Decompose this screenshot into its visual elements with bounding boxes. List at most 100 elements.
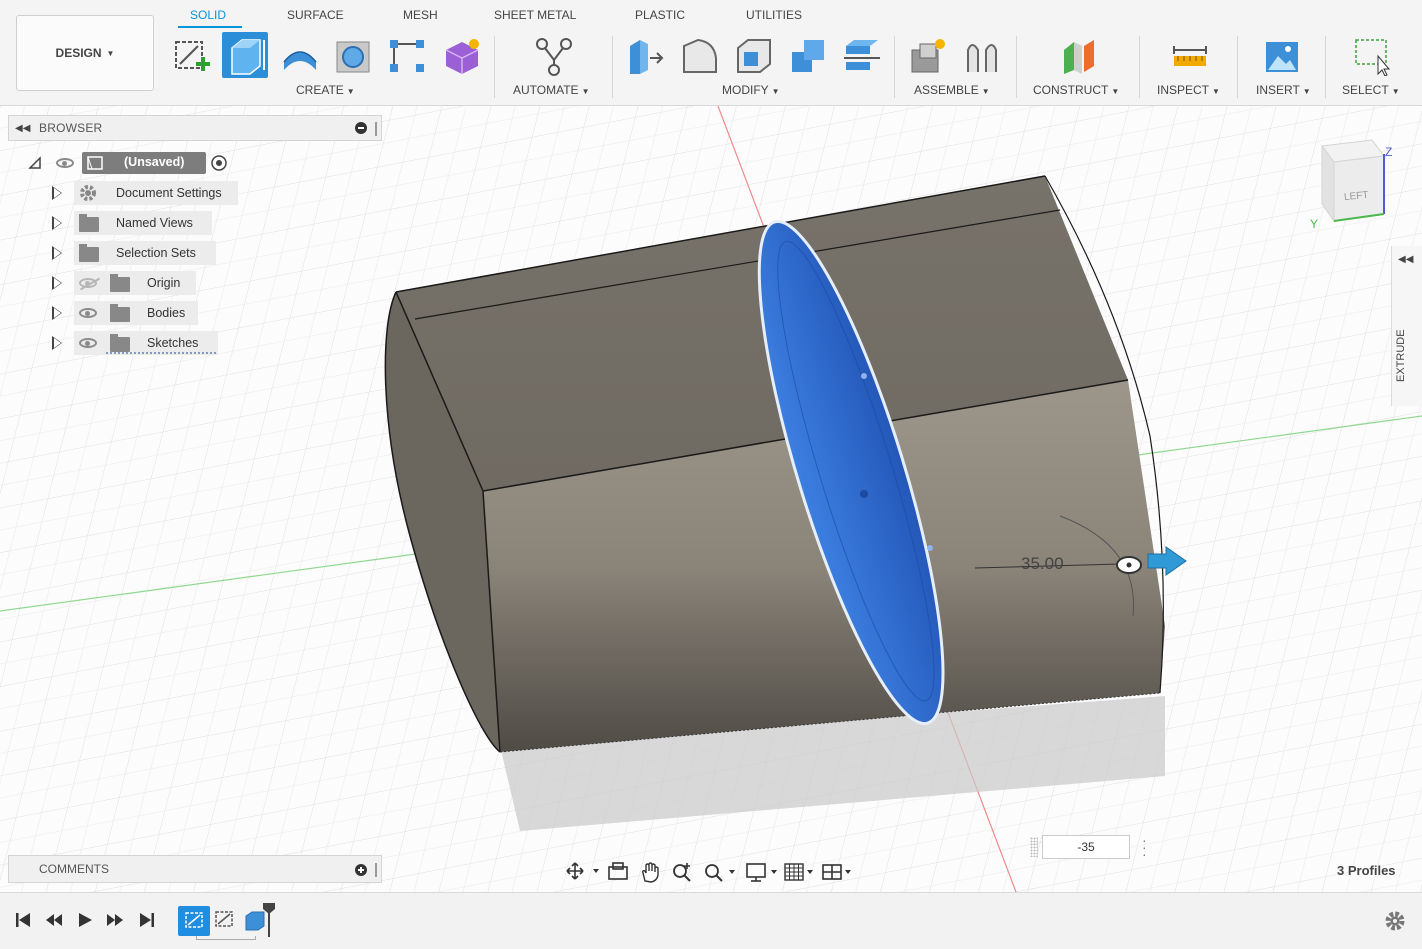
expand-triangle-icon[interactable] xyxy=(52,246,62,260)
timeline-settings-gear-icon[interactable] xyxy=(1383,909,1407,933)
expand-left-icon[interactable]: ◀◀ xyxy=(1398,254,1413,265)
automate-menu[interactable]: AUTOMATE ▼ xyxy=(513,83,589,97)
collapse-triangle-icon[interactable] xyxy=(28,156,42,170)
visibility-eye-icon[interactable] xyxy=(56,158,74,168)
insert-canvas-button[interactable] xyxy=(1258,32,1304,78)
drag-grip-icon[interactable] xyxy=(1030,837,1038,857)
browser-item-bodies[interactable]: Bodies xyxy=(0,301,240,325)
toolbar-divider xyxy=(1139,36,1140,98)
zoom-icon[interactable] xyxy=(671,861,693,883)
tab-plastic[interactable]: PLASTIC xyxy=(635,8,685,22)
go-to-start-icon[interactable] xyxy=(14,911,32,929)
insert-menu[interactable]: INSERT ▼ xyxy=(1256,83,1311,97)
comments-panel[interactable]: COMMENTS xyxy=(8,855,382,883)
grid-settings-icon[interactable] xyxy=(783,861,819,883)
create-sketch-button[interactable] xyxy=(168,32,214,78)
measure-button[interactable] xyxy=(1166,32,1212,78)
timeline-group-bracket xyxy=(196,936,256,940)
add-comment-icon[interactable] xyxy=(355,864,367,876)
create-menu[interactable]: CREATE ▼ xyxy=(296,83,355,97)
timeline-marker-icon[interactable] xyxy=(260,901,278,939)
shell-button[interactable] xyxy=(730,32,776,78)
browser-item-label: Origin xyxy=(147,276,181,290)
fit-zoom-window-icon[interactable] xyxy=(703,861,739,883)
browser-item-named-views[interactable]: Named Views xyxy=(0,211,240,235)
more-options-icon[interactable]: · · · xyxy=(1142,833,1147,861)
expand-triangle-icon[interactable] xyxy=(52,186,62,200)
expand-triangle-icon[interactable] xyxy=(52,336,62,350)
fillet-button[interactable] xyxy=(676,32,722,78)
hidden-eye-icon[interactable] xyxy=(79,278,97,288)
sketch-feature-icon[interactable] xyxy=(212,908,238,934)
folder-icon xyxy=(79,214,99,232)
automate-button[interactable] xyxy=(530,32,576,78)
browser-item-selection-sets[interactable]: Selection Sets xyxy=(0,241,240,265)
browser-root-row[interactable]: (Unsaved) xyxy=(0,151,240,175)
selection-status: 3 Profiles xyxy=(1337,863,1396,878)
step-forward-icon[interactable] xyxy=(105,911,125,929)
active-tab-indicator xyxy=(178,26,242,28)
pattern-button[interactable] xyxy=(384,32,430,78)
distance-input[interactable] xyxy=(1042,835,1130,859)
pin-bar-icon[interactable] xyxy=(375,122,377,136)
expand-triangle-icon[interactable] xyxy=(52,306,62,320)
document-icon xyxy=(87,156,103,170)
new-component-button[interactable] xyxy=(904,32,950,78)
display-settings-icon[interactable] xyxy=(745,861,781,883)
dimension-label[interactable]: 35.00 xyxy=(1021,554,1064,573)
tab-surface[interactable]: SURFACE xyxy=(287,8,344,22)
tab-sheet-metal[interactable]: SHEET METAL xyxy=(494,8,576,22)
create-form-button[interactable] xyxy=(438,32,484,78)
visibility-eye-icon[interactable] xyxy=(79,338,97,348)
offset-plane-button[interactable] xyxy=(1054,32,1100,78)
browser-item-document-settings[interactable]: Document Settings xyxy=(0,181,240,205)
play-icon[interactable] xyxy=(76,911,94,929)
select-button[interactable] xyxy=(1346,32,1392,78)
radio-active-icon[interactable] xyxy=(210,154,228,172)
offset-plane-icon xyxy=(1064,40,1094,74)
revolve-button[interactable] xyxy=(276,32,322,78)
sketch-feature-icon xyxy=(185,912,203,928)
split-body-button[interactable] xyxy=(838,32,884,78)
inspect-menu[interactable]: INSPECT ▼ xyxy=(1157,83,1220,97)
combine-button[interactable] xyxy=(784,32,830,78)
press-pull-button[interactable] xyxy=(622,32,668,78)
hole-button[interactable] xyxy=(330,32,376,78)
browser-item-origin[interactable]: Origin xyxy=(0,271,240,295)
assemble-menu[interactable]: ASSEMBLE ▼ xyxy=(914,83,990,97)
look-at-icon[interactable] xyxy=(607,861,629,881)
pan-hand-icon[interactable] xyxy=(639,861,661,883)
sketch-underline xyxy=(106,352,216,354)
extrude-button[interactable] xyxy=(222,32,268,78)
browser-header[interactable]: ◀◀ BROWSER xyxy=(8,115,382,141)
pin-bar-icon[interactable] xyxy=(375,863,377,877)
tab-solid[interactable]: SOLID xyxy=(190,8,226,22)
collapse-left-icon[interactable]: ◀◀ xyxy=(15,123,31,134)
root-label: (Unsaved) xyxy=(124,155,185,169)
orbit-icon[interactable] xyxy=(565,861,601,881)
visibility-eye-icon[interactable] xyxy=(79,308,97,318)
go-to-end-icon[interactable] xyxy=(138,911,156,929)
extrude-side-panel[interactable]: ◀◀ EXTRUDE xyxy=(1391,246,1422,406)
tab-mesh[interactable]: MESH xyxy=(403,8,438,22)
browser-panel: ◀◀ BROWSER (Unsaved) Document Settings N… xyxy=(0,106,384,356)
step-back-icon[interactable] xyxy=(44,911,64,929)
workspace-switcher[interactable]: DESIGN ▼ xyxy=(16,15,154,91)
browser-item-label: Document Settings xyxy=(116,186,222,200)
joint-button[interactable] xyxy=(958,32,1004,78)
expand-triangle-icon[interactable] xyxy=(52,216,62,230)
profile-point xyxy=(860,490,868,498)
tab-utilities[interactable]: UTILITIES xyxy=(746,8,802,22)
toolbar-divider xyxy=(612,36,613,98)
expand-triangle-icon[interactable] xyxy=(52,276,62,290)
modify-menu[interactable]: MODIFY ▼ xyxy=(722,83,780,97)
timeline-feature-active[interactable] xyxy=(178,906,210,936)
browser-item-sketches[interactable]: Sketches xyxy=(0,331,240,355)
form-icon xyxy=(445,39,479,74)
select-menu[interactable]: SELECT ▼ xyxy=(1342,83,1400,97)
navigation-bar xyxy=(563,857,863,885)
minus-circle-icon[interactable] xyxy=(355,122,367,134)
viewports-icon[interactable] xyxy=(821,861,857,883)
construct-menu[interactable]: CONSTRUCT ▼ xyxy=(1033,83,1119,97)
y-axis-label: Y xyxy=(1310,217,1318,231)
